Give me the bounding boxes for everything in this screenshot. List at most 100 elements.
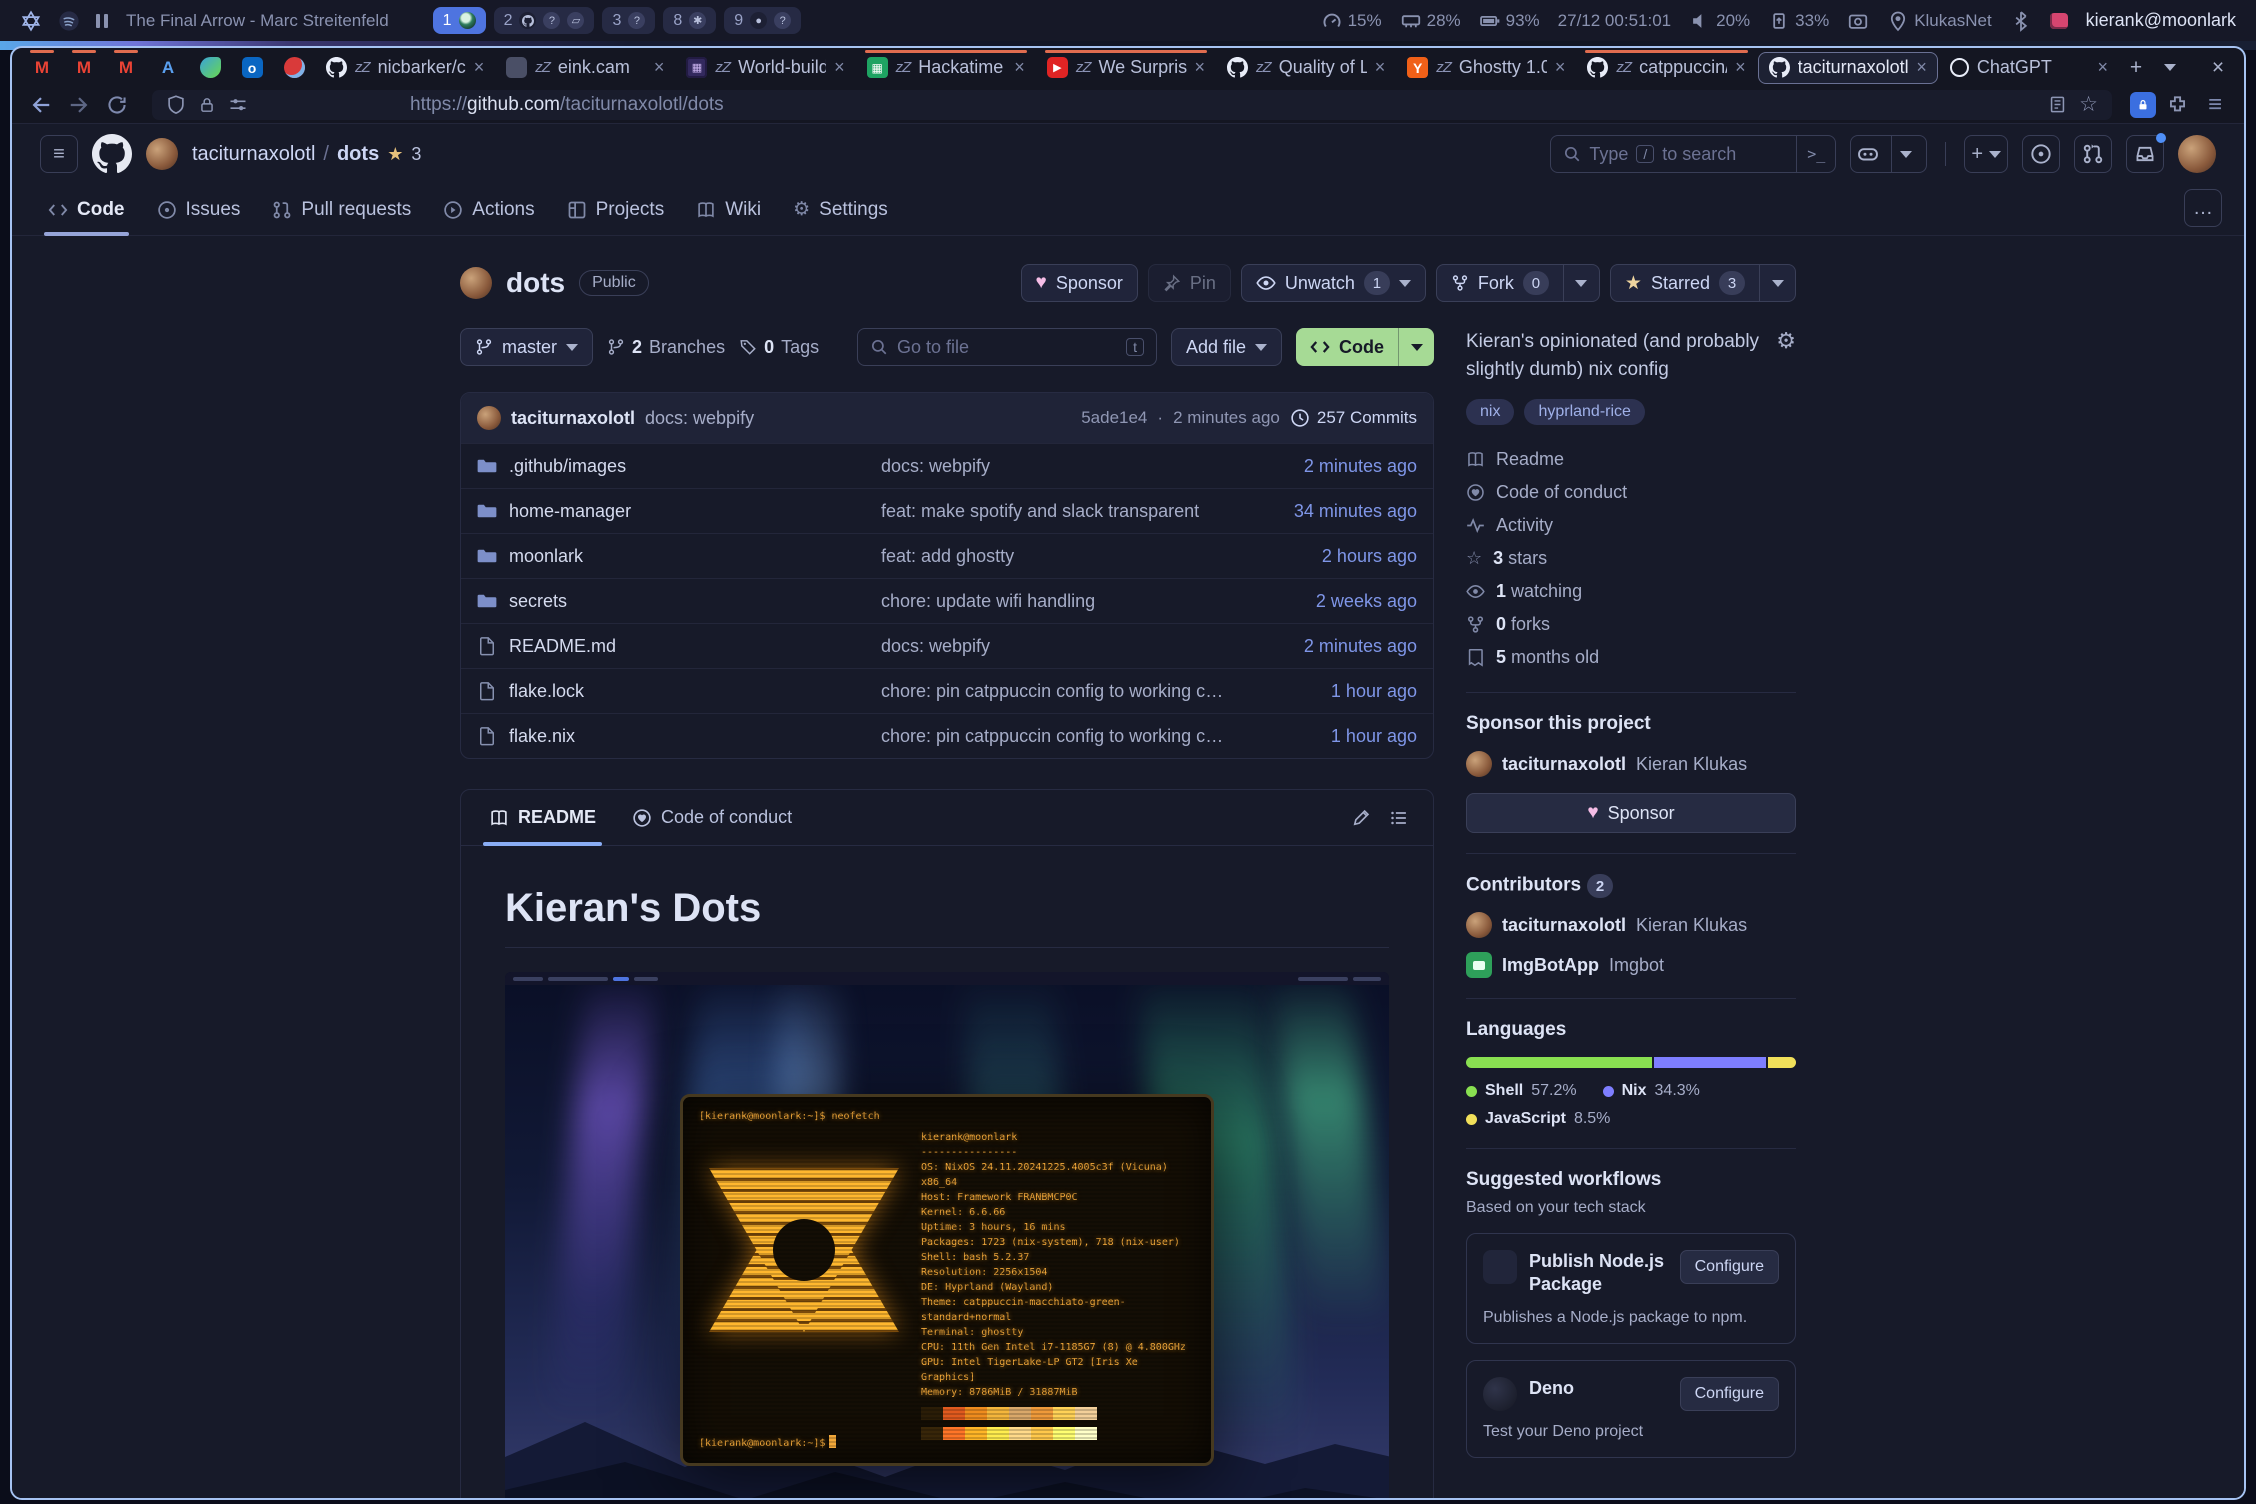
workspace-8[interactable]: 8 ✱ [663, 7, 716, 34]
branch-selector[interactable]: master [460, 328, 593, 366]
network-indicator[interactable]: KlukasNet [1887, 10, 1991, 32]
bookmark-star-icon[interactable]: ☆ [2079, 92, 2098, 117]
file-commit-time[interactable]: 2 hours ago [1247, 546, 1417, 567]
configure-button[interactable]: Configure [1680, 1250, 1779, 1284]
file-name[interactable]: flake.lock [509, 681, 584, 702]
file-name[interactable]: flake.nix [509, 726, 575, 747]
file-name[interactable]: .github/images [509, 456, 626, 477]
tab-youtube[interactable]: ▶ zZ We Surprised × [1037, 52, 1215, 84]
inbox-button[interactable] [2126, 135, 2164, 173]
fork-dropdown[interactable] [1564, 264, 1600, 302]
topic-nix[interactable]: nix [1466, 399, 1514, 425]
sponsor-project-button[interactable]: ♥ Sponsor [1466, 793, 1796, 833]
tab-hackernews-ghostty[interactable]: Y zZ Ghostty 1.0 | × [1397, 52, 1575, 84]
close-tab-icon[interactable]: × [2098, 57, 2109, 78]
code-dropdown[interactable] [1398, 328, 1434, 366]
tab-issues[interactable]: Issues [143, 199, 255, 235]
pull-requests-button[interactable] [2074, 135, 2112, 173]
global-menu-button[interactable]: ≡ [40, 135, 78, 173]
create-new-button[interactable]: + [1964, 135, 2008, 173]
close-tab-icon[interactable]: × [834, 57, 845, 78]
stars-link[interactable]: ☆ 3 stars [1466, 544, 1796, 573]
activity-link[interactable]: Activity [1466, 511, 1796, 540]
tab-actions[interactable]: Actions [429, 199, 548, 235]
reload-button[interactable] [100, 90, 134, 120]
file-commit-message[interactable]: docs: webpify [881, 636, 1247, 657]
file-commit-time[interactable]: 2 minutes ago [1247, 636, 1417, 657]
file-row[interactable]: home-manager feat: make spotify and slac… [461, 488, 1433, 533]
tab-nicbarker-clay[interactable]: zZ nicbarker/cla × [316, 52, 494, 84]
tab-world-building[interactable]: ▦ zZ World-buildin × [676, 52, 854, 84]
code-of-conduct-tab[interactable]: Code of conduct [614, 790, 810, 845]
file-row[interactable]: README.md docs: webpify 2 minutes ago [461, 623, 1433, 668]
sponsor-button[interactable]: ♥Sponsor [1021, 264, 1138, 302]
repo-name[interactable]: dots [506, 267, 565, 299]
pin-button[interactable]: Pin [1148, 264, 1231, 302]
tab-pull-requests[interactable]: Pull requests [258, 199, 425, 235]
pinned-tab-gmail[interactable]: M [64, 52, 104, 84]
commit-author-avatar[interactable] [477, 406, 501, 430]
branches-link[interactable]: 2Branches [607, 337, 725, 358]
watch-button[interactable]: Unwatch 1 [1241, 264, 1426, 302]
edit-pencil-icon[interactable] [1351, 808, 1371, 828]
tags-link[interactable]: 0Tags [739, 337, 819, 358]
sponsor-avatar[interactable] [1466, 751, 1492, 777]
permissions-icon[interactable] [228, 95, 248, 115]
reader-mode-icon[interactable] [2048, 95, 2067, 114]
file-name[interactable]: secrets [509, 591, 567, 612]
file-commit-message[interactable]: docs: webpify [881, 456, 1247, 477]
repo-avatar[interactable] [460, 267, 492, 299]
close-tab-icon[interactable]: × [1014, 57, 1025, 78]
file-commit-time[interactable]: 1 hour ago [1247, 726, 1417, 747]
close-tab-icon[interactable]: × [1555, 57, 1566, 78]
pinned-tab-red[interactable] [274, 52, 314, 84]
file-commit-time[interactable]: 2 weeks ago [1247, 591, 1417, 612]
breadcrumb-owner[interactable]: taciturnaxolotl [192, 143, 315, 166]
tab-eink-cam[interactable]: zZ eink.cam × [496, 52, 674, 84]
commit-author[interactable]: taciturnaxolotl [511, 408, 635, 429]
file-name[interactable]: moonlark [509, 546, 583, 567]
code-of-conduct-link[interactable]: Code of conduct [1466, 478, 1796, 507]
extensions-icon[interactable] [2160, 90, 2194, 120]
tab-projects[interactable]: Projects [553, 199, 679, 235]
file-row[interactable]: flake.lock chore: pin catppuccin config … [461, 668, 1433, 713]
pinned-tab-a[interactable]: A [148, 52, 188, 84]
tracking-shield-icon[interactable] [166, 95, 186, 115]
lock-icon[interactable] [198, 95, 216, 115]
close-tab-icon[interactable]: × [654, 57, 665, 78]
owner-avatar[interactable] [146, 138, 178, 170]
tab-hackatime[interactable]: ▦ zZ Hackatime U × [857, 52, 1035, 84]
configure-button[interactable]: Configure [1680, 1377, 1779, 1411]
pinned-tab-leaf[interactable] [190, 52, 230, 84]
copilot-dropdown[interactable] [1891, 136, 1920, 172]
close-tab-icon[interactable]: × [474, 57, 485, 78]
topic-hyprland-rice[interactable]: hyprland-rice [1524, 399, 1644, 425]
workspace-9[interactable]: 9 ● ? [724, 7, 801, 34]
language-javascript[interactable]: JavaScript 8.5% [1466, 1110, 1610, 1128]
pinned-tab-outlook[interactable]: o [232, 52, 272, 84]
file-row[interactable]: moonlark feat: add ghostty 2 hours ago [461, 533, 1433, 578]
file-commit-message[interactable]: feat: make spotify and slack transparent [881, 501, 1247, 522]
copilot-button[interactable] [1850, 135, 1927, 173]
workspace-2[interactable]: 2 ? ▱ [494, 7, 595, 34]
pinned-tab-gmail[interactable]: M [22, 52, 62, 84]
tab-code[interactable]: Code [34, 199, 139, 235]
language-shell[interactable]: Shell 57.2% [1466, 1082, 1577, 1100]
file-commit-time[interactable]: 2 minutes ago [1247, 456, 1417, 477]
list-tabs-button[interactable] [2154, 53, 2186, 83]
new-tab-button[interactable]: + [2120, 53, 2152, 83]
github-logo[interactable] [92, 134, 132, 174]
close-tab-icon[interactable]: × [1375, 57, 1386, 78]
outline-list-icon[interactable] [1389, 808, 1409, 828]
close-tab-icon[interactable]: × [1195, 57, 1206, 78]
tab-chatgpt[interactable]: ChatGPT × [1940, 52, 2118, 84]
close-tab-icon[interactable]: × [1735, 57, 1746, 78]
screenshot-icon[interactable] [1847, 10, 1869, 32]
forward-button[interactable] [62, 90, 96, 120]
tab-taciturnaxolotl-dots[interactable]: taciturnaxolotl/d × [1758, 52, 1938, 84]
url-bar[interactable]: https://github.com/taciturnaxolotl/dots … [152, 90, 2112, 120]
tab-catppuccin[interactable]: zZ catppuccin/a × [1577, 52, 1755, 84]
user-avatar[interactable] [2178, 135, 2216, 173]
issues-button[interactable] [2022, 135, 2060, 173]
file-commit-message[interactable]: chore: pin catppuccin config to working … [881, 681, 1247, 702]
